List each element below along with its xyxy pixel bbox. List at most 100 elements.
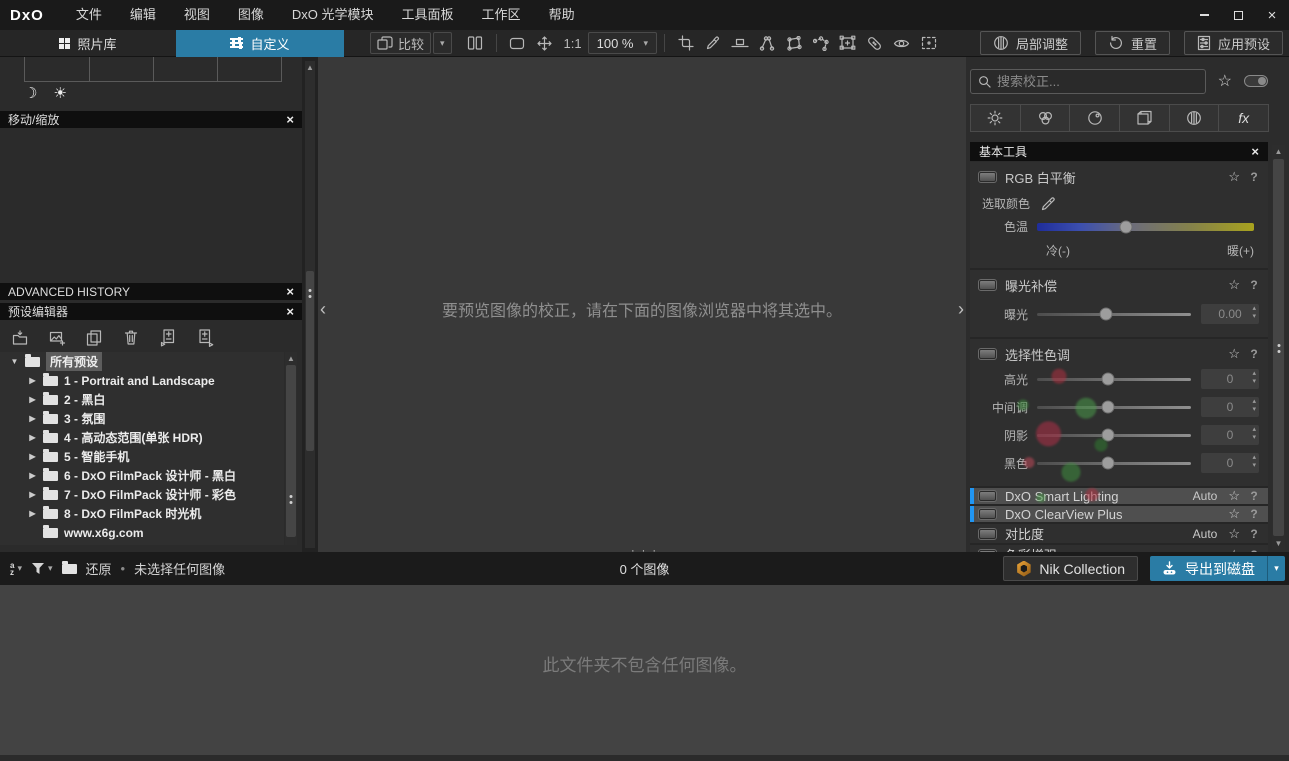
menu-help[interactable]: 帮助 <box>535 0 589 30</box>
spin-down-icon[interactable]: ▾ <box>1252 434 1256 442</box>
duplicate-preset-icon[interactable] <box>83 327 105 349</box>
value-stepper[interactable]: ▴ ▾ <box>1252 426 1256 442</box>
preset-folder-row[interactable]: ▶ 4 - 高动态范围(单张 HDR) <box>0 428 284 447</box>
search-input[interactable] <box>997 73 1198 89</box>
favorite-star-icon[interactable]: ☆ <box>1228 506 1240 522</box>
left-panel-splitter[interactable]: ▲ <box>302 57 318 552</box>
eyedropper-tool-icon[interactable] <box>699 32 726 54</box>
expand-arrow-icon[interactable]: ▶ <box>28 490 37 499</box>
spin-down-icon[interactable]: ▾ <box>1252 462 1256 470</box>
menu-workspace[interactable]: 工作区 <box>468 0 535 30</box>
preset-folder-row[interactable]: ▶ 3 - 氛围 <box>0 409 284 428</box>
menu-tool-panel[interactable]: 工具面板 <box>388 0 468 30</box>
favorite-star-icon[interactable]: ☆ <box>1228 488 1240 504</box>
rectangle-points-tool-icon[interactable] <box>780 32 807 54</box>
perspective-points-tool-icon[interactable] <box>807 32 834 54</box>
midtones-slider[interactable] <box>1037 400 1191 414</box>
value-stepper[interactable]: ▴ ▾ <box>1252 398 1256 414</box>
reset-button[interactable]: 重置 <box>1094 31 1170 55</box>
preset-root-row[interactable]: ▼ 所有预设 <box>0 352 284 371</box>
spin-up-icon[interactable]: ▴ <box>1252 398 1256 406</box>
scrollbar-thumb[interactable] <box>286 365 296 537</box>
blacks-value-field[interactable]: 0 ▴ ▾ <box>1201 453 1259 473</box>
highlights-value-field[interactable]: 0 ▴ ▾ <box>1201 369 1259 389</box>
slider-handle[interactable] <box>1101 372 1115 386</box>
favorite-star-icon[interactable]: ☆ <box>1228 526 1240 542</box>
smart-lighting-checkbox[interactable] <box>978 490 997 502</box>
search-box[interactable] <box>970 68 1206 94</box>
expand-arrow-icon[interactable]: ▶ <box>28 395 37 404</box>
menu-file[interactable]: 文件 <box>62 0 116 30</box>
fit-screen-icon[interactable] <box>504 32 531 54</box>
scrollbar-thumb[interactable] <box>306 271 314 451</box>
palette-geometry-tab[interactable] <box>1119 104 1170 132</box>
maximize-button[interactable] <box>1221 0 1255 30</box>
temperature-slider[interactable] <box>1037 220 1254 233</box>
expand-arrow-icon[interactable]: ▶ <box>28 471 37 480</box>
compare-button[interactable]: 比较 <box>370 32 432 54</box>
selection-marquee-tool-icon[interactable] <box>915 32 942 54</box>
tab-photo-library[interactable]: 照片库 <box>0 30 176 57</box>
scroll-up-icon[interactable]: ▲ <box>305 63 315 72</box>
menu-image[interactable]: 图像 <box>224 0 278 30</box>
shadows-value-field[interactable]: 0 ▴ ▾ <box>1201 425 1259 445</box>
contrast-checkbox[interactable] <box>978 527 997 540</box>
left-panel-scrollbar[interactable]: ▲ <box>305 61 315 548</box>
shadow-clipping-icon[interactable]: ☽ <box>24 84 37 102</box>
slider-handle[interactable] <box>1101 428 1115 442</box>
menu-view[interactable]: 视图 <box>170 0 224 30</box>
exposure-value-field[interactable]: 0.00 ▴ ▾ <box>1201 304 1259 324</box>
expand-arrow-icon[interactable]: ▶ <box>28 414 37 423</box>
value-stepper[interactable]: ▴ ▾ <box>1252 370 1256 386</box>
help-icon[interactable]: ? <box>1249 170 1259 184</box>
menu-edit[interactable]: 编辑 <box>116 0 170 30</box>
exposure-slider[interactable] <box>1037 307 1191 321</box>
spin-down-icon[interactable]: ▾ <box>1252 406 1256 414</box>
shadows-slider[interactable] <box>1037 428 1191 442</box>
slider-handle[interactable] <box>1101 456 1115 470</box>
scrollbar-thumb[interactable] <box>1273 159 1284 536</box>
favorite-star-icon[interactable]: ☆ <box>1228 346 1240 362</box>
blacks-slider[interactable] <box>1037 456 1191 470</box>
preset-folder-row[interactable]: ▶ 1 - Portrait and Landscape <box>0 371 284 390</box>
midtones-value-field[interactable]: 0 ▴ ▾ <box>1201 397 1259 417</box>
preset-folder-row[interactable]: www.x6g.com <box>0 523 284 542</box>
menu-dxo-optics-modules[interactable]: DxO 光学模块 <box>278 0 388 30</box>
spin-up-icon[interactable]: ▴ <box>1252 370 1256 378</box>
close-panel-icon[interactable]: × <box>1251 144 1259 159</box>
collapse-arrow-icon[interactable]: ▼ <box>10 357 19 366</box>
red-eye-tool-icon[interactable] <box>888 32 915 54</box>
crop-tool-icon[interactable] <box>672 32 699 54</box>
apply-preset-button[interactable]: 应用预设 <box>1183 31 1283 55</box>
repair-tool-icon[interactable] <box>861 32 888 54</box>
delete-preset-icon[interactable] <box>120 327 142 349</box>
spin-up-icon[interactable]: ▴ <box>1252 426 1256 434</box>
preset-folder-row[interactable]: ▶ 8 - DxO FilmPack 时光机 <box>0 504 284 523</box>
zoom-1to1-button[interactable]: 1:1 <box>558 32 588 54</box>
force-parallel-tool-icon[interactable] <box>753 32 780 54</box>
close-button[interactable]: × <box>1255 0 1289 30</box>
highlights-slider[interactable] <box>1037 372 1191 386</box>
highlight-clipping-icon[interactable]: ☀ <box>53 84 66 102</box>
tab-customize[interactable]: 自定义 <box>176 29 344 57</box>
close-panel-icon[interactable]: × <box>286 304 294 319</box>
preset-folder-row[interactable]: ▶ 5 - 智能手机 <box>0 447 284 466</box>
favorites-filter-icon[interactable]: ☆ <box>1218 71 1232 91</box>
preset-folder-row[interactable]: ▶ 2 - 黑白 <box>0 390 284 409</box>
expand-arrow-icon[interactable]: ▶ <box>28 376 37 385</box>
scroll-up-icon[interactable]: ▲ <box>1272 147 1285 156</box>
favorite-star-icon[interactable]: ☆ <box>1228 169 1240 185</box>
clearview-plus-row[interactable]: DxO ClearView Plus ☆ ? <box>970 506 1268 522</box>
close-panel-icon[interactable]: × <box>286 112 294 127</box>
palette-detail-tab[interactable] <box>1069 104 1121 132</box>
scroll-up-icon[interactable]: ▲ <box>285 354 297 363</box>
palette-effects-tab[interactable]: fx <box>1218 104 1270 132</box>
split-view-icon[interactable] <box>462 32 489 54</box>
filmstrip-resize-handle[interactable]: · · · <box>0 545 1289 557</box>
grid-distortion-tool-icon[interactable] <box>834 32 861 54</box>
palette-local-adjustments-tab[interactable] <box>1168 104 1220 132</box>
spin-up-icon[interactable]: ▴ <box>1252 305 1256 313</box>
active-corrections-toggle[interactable] <box>1244 75 1268 87</box>
slider-handle[interactable] <box>1101 400 1115 414</box>
white-balance-checkbox[interactable] <box>978 171 997 183</box>
